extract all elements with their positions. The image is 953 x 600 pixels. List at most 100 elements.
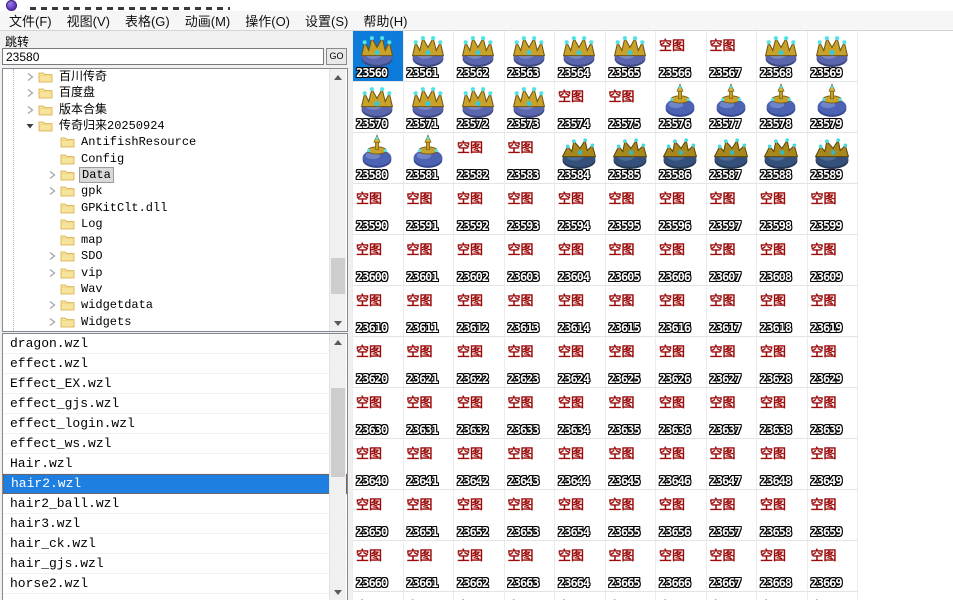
scroll-up-icon[interactable] — [330, 69, 346, 85]
sprite-cell-23668[interactable]: 空图23668 — [757, 541, 808, 592]
sprite-cell-23663[interactable]: 空图23663 — [505, 541, 556, 592]
sprite-cell-23599[interactable]: 空图23599 — [808, 184, 859, 235]
file-item-hair_ck.wzl[interactable]: hair_ck.wzl — [3, 534, 347, 554]
chevron-right-icon[interactable] — [25, 88, 35, 98]
sprite-cell-23568[interactable]: 23568 — [757, 31, 808, 82]
sprite-cell-23596[interactable]: 空图23596 — [656, 184, 707, 235]
sprite-cell-23597[interactable]: 空图23597 — [707, 184, 758, 235]
file-item-effect_login.wzl[interactable]: effect_login.wzl — [3, 414, 347, 434]
sprite-cell-23675[interactable]: 空图23675 — [606, 592, 657, 600]
sprite-cell-23620[interactable]: 空图23620 — [353, 337, 404, 388]
sprite-cell-23577[interactable]: 23577 — [707, 82, 758, 133]
menu-item-4[interactable]: 操作(O) — [239, 10, 296, 31]
sprite-cell-23635[interactable]: 空图23635 — [606, 388, 657, 439]
sprite-cell-23622[interactable]: 空图23622 — [454, 337, 505, 388]
sprite-cell-23595[interactable]: 空图23595 — [606, 184, 657, 235]
sprite-cell-23560[interactable]: 23560 — [353, 31, 404, 82]
sprite-cell-23618[interactable]: 空图23618 — [757, 286, 808, 337]
sprite-cell-23585[interactable]: 23585 — [606, 133, 657, 184]
sprite-cell-23593[interactable]: 空图23593 — [505, 184, 556, 235]
sprite-cell-23579[interactable]: 23579 — [808, 82, 859, 133]
file-item-effect_gjs.wzl[interactable]: effect_gjs.wzl — [3, 394, 347, 414]
tree-item-Log[interactable]: Log — [3, 216, 347, 232]
sprite-cell-23638[interactable]: 空图23638 — [757, 388, 808, 439]
file-item-effect.wzl[interactable]: effect.wzl — [3, 354, 347, 374]
sprite-cell-23669[interactable]: 空图23669 — [808, 541, 859, 592]
sprite-cell-23674[interactable]: 空图23674 — [555, 592, 606, 600]
sprite-cell-23648[interactable]: 空图23648 — [757, 439, 808, 490]
sprite-cell-23641[interactable]: 空图23641 — [404, 439, 455, 490]
sprite-cell-23634[interactable]: 空图23634 — [555, 388, 606, 439]
chevron-right-icon[interactable] — [47, 170, 57, 180]
file-item-hair_gjs.wzl[interactable]: hair_gjs.wzl — [3, 554, 347, 574]
menu-item-3[interactable]: 动画(M) — [179, 10, 237, 31]
chevron-down-icon[interactable] — [25, 121, 35, 131]
tree-item-百川传奇[interactable]: 百川传奇 — [3, 69, 347, 85]
sprite-cell-23624[interactable]: 空图23624 — [555, 337, 606, 388]
menu-item-0[interactable]: 文件(F) — [3, 10, 58, 31]
sprite-cell-23654[interactable]: 空图23654 — [555, 490, 606, 541]
tree-item-widgetdata[interactable]: widgetdata — [3, 297, 347, 313]
sprite-cell-23616[interactable]: 空图23616 — [656, 286, 707, 337]
tree-scrollbar-thumb[interactable] — [331, 258, 345, 294]
file-item-hair2.wzl[interactable]: hair2.wzl — [3, 474, 347, 494]
sprite-cell-23642[interactable]: 空图23642 — [454, 439, 505, 490]
sprite-cell-23656[interactable]: 空图23656 — [656, 490, 707, 541]
sprite-cell-23664[interactable]: 空图23664 — [555, 541, 606, 592]
sprite-cell-23611[interactable]: 空图23611 — [404, 286, 455, 337]
sprite-cell-23571[interactable]: 23571 — [404, 82, 455, 133]
sprite-cell-23561[interactable]: 23561 — [404, 31, 455, 82]
sprite-cell-23615[interactable]: 空图23615 — [606, 286, 657, 337]
sprite-cell-23651[interactable]: 空图23651 — [404, 490, 455, 541]
sprite-cell-23604[interactable]: 空图23604 — [555, 235, 606, 286]
sprite-cell-23613[interactable]: 空图23613 — [505, 286, 556, 337]
sprite-cell-23667[interactable]: 空图23667 — [707, 541, 758, 592]
sprite-cell-23661[interactable]: 空图23661 — [404, 541, 455, 592]
tree-scrollbar[interactable] — [329, 69, 346, 331]
sprite-cell-23588[interactable]: 23588 — [757, 133, 808, 184]
sprite-cell-23600[interactable]: 空图23600 — [353, 235, 404, 286]
sprite-cell-23590[interactable]: 空图23590 — [353, 184, 404, 235]
sprite-cell-23589[interactable]: 23589 — [808, 133, 859, 184]
sprite-cell-23591[interactable]: 空图23591 — [404, 184, 455, 235]
sprite-cell-23606[interactable]: 空图23606 — [656, 235, 707, 286]
tree-item-Config[interactable]: Config — [3, 150, 347, 166]
tree-item-百度盘[interactable]: 百度盘 — [3, 85, 347, 101]
sprite-cell-23609[interactable]: 空图23609 — [808, 235, 859, 286]
sprite-cell-23603[interactable]: 空图23603 — [505, 235, 556, 286]
sprite-cell-23574[interactable]: 空图23574 — [555, 82, 606, 133]
sprite-cell-23578[interactable]: 23578 — [757, 82, 808, 133]
sprite-cell-23632[interactable]: 空图23632 — [454, 388, 505, 439]
tree-item-Data[interactable]: Data — [3, 167, 347, 183]
sprite-cell-23581[interactable]: 23581 — [404, 133, 455, 184]
chevron-right-icon[interactable] — [25, 72, 35, 82]
file-item-hair3.wzl[interactable]: hair3.wzl — [3, 514, 347, 534]
sprite-cell-23586[interactable]: 23586 — [656, 133, 707, 184]
chevron-right-icon[interactable] — [25, 105, 35, 115]
sprite-cell-23594[interactable]: 空图23594 — [555, 184, 606, 235]
sprite-cell-23652[interactable]: 空图23652 — [454, 490, 505, 541]
sprite-cell-23645[interactable]: 空图23645 — [606, 439, 657, 490]
menu-item-5[interactable]: 设置(S) — [299, 10, 354, 31]
sprite-cell-23582[interactable]: 空图23582 — [454, 133, 505, 184]
sprite-cell-23625[interactable]: 空图23625 — [606, 337, 657, 388]
sprite-cell-23639[interactable]: 空图23639 — [808, 388, 859, 439]
tree-item-Wav[interactable]: Wav — [3, 281, 347, 297]
sprite-cell-23612[interactable]: 空图23612 — [454, 286, 505, 337]
file-item-Effect_EX.wzl[interactable]: Effect_EX.wzl — [3, 374, 347, 394]
sprite-cell-23572[interactable]: 23572 — [454, 82, 505, 133]
tree-item-Widgets[interactable]: Widgets — [3, 313, 347, 329]
sprite-cell-23575[interactable]: 空图23575 — [606, 82, 657, 133]
sprite-cell-23569[interactable]: 23569 — [808, 31, 859, 82]
sprite-cell-23621[interactable]: 空图23621 — [404, 337, 455, 388]
sprite-cell-23619[interactable]: 空图23619 — [808, 286, 859, 337]
sprite-cell-23657[interactable]: 空图23657 — [707, 490, 758, 541]
scroll-down-icon[interactable] — [330, 315, 346, 331]
sprite-cell-23653[interactable]: 空图23653 — [505, 490, 556, 541]
chevron-right-icon[interactable] — [47, 317, 57, 327]
tree-item-map[interactable]: map — [3, 232, 347, 248]
file-item-Hair.wzl[interactable]: Hair.wzl — [3, 454, 347, 474]
sprite-cell-23573[interactable]: 23573 — [505, 82, 556, 133]
sprite-cell-23655[interactable]: 空图23655 — [606, 490, 657, 541]
sprite-cell-23570[interactable]: 23570 — [353, 82, 404, 133]
